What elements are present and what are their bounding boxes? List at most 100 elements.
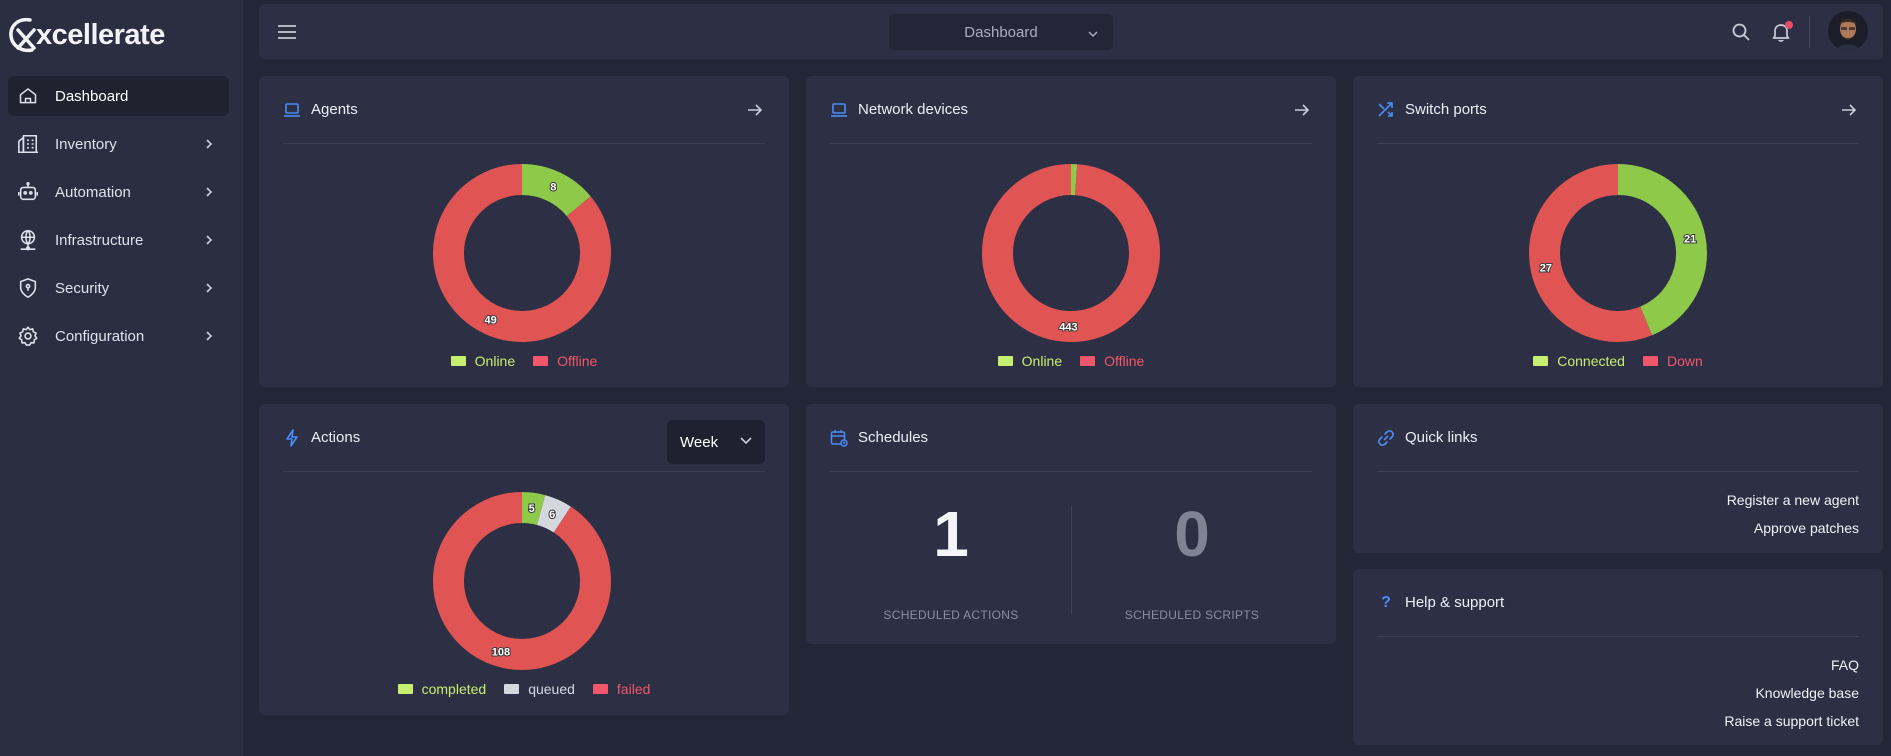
avatar[interactable] (1828, 11, 1868, 51)
legend-item-offline[interactable]: Offline (1080, 353, 1144, 369)
switch-ports-legend: Connected Down (1353, 353, 1883, 369)
scheduled-scripts-label: SCHEDULED SCRIPTS (1124, 608, 1260, 622)
switch-ports-donut-chart: 21 27 (1529, 164, 1707, 342)
chevron-right-icon (199, 326, 219, 346)
network-devices-card-header: Network devices (830, 76, 1312, 144)
question-icon: ? (1377, 594, 1395, 612)
agents-card: Agents 8 49 Online Offline (259, 76, 789, 387)
view-select[interactable]: Dashboard (889, 14, 1113, 50)
sidebar-item-label: Infrastructure (55, 231, 144, 249)
donut-data-label: 27 (1540, 262, 1552, 274)
sidebar-item-configuration[interactable]: Configuration (8, 316, 229, 356)
help-support-card-header: ? Help & support (1377, 569, 1859, 637)
donut-data-label: 49 (485, 314, 497, 326)
network-devices-legend: Online Offline (806, 353, 1336, 369)
notification-dot (1785, 21, 1793, 29)
robot-icon (16, 180, 40, 204)
sidebar-item-label: Dashboard (55, 87, 129, 105)
sidebar: xcellerate Dashboard Inventory Automatio… (0, 0, 243, 756)
donut-slice-down[interactable] (1529, 164, 1653, 342)
sidebar-item-security[interactable]: Security (8, 268, 229, 308)
chevron-right-icon (199, 230, 219, 250)
legend-item-offline[interactable]: Offline (533, 353, 597, 369)
sidebar-item-automation[interactable]: Automation (8, 172, 229, 212)
legend-swatch (997, 356, 1013, 366)
actions-donut-chart: 5 6 108 (433, 492, 611, 670)
legend-label: Offline (1104, 353, 1145, 369)
donut-slice-failed[interactable] (433, 492, 611, 670)
lightning-icon (283, 428, 301, 447)
legend-label: Online (1021, 353, 1063, 369)
view-select-value: Dashboard (964, 23, 1038, 41)
donut-data-label: 8 (550, 182, 556, 194)
actions-legend: completed queued failed (259, 681, 789, 697)
switch-ports-card-header: Switch ports (1377, 76, 1859, 144)
legend-label: Down (1666, 353, 1703, 369)
notification-bell-icon[interactable] (1770, 21, 1793, 43)
link-icon (1377, 429, 1395, 447)
help-support-card: ? Help & support FAQ Knowledge base Rais… (1353, 569, 1883, 745)
register-agent-link[interactable]: Register a new agent (1727, 486, 1859, 514)
search-icon[interactable] (1730, 21, 1752, 43)
legend-item-connected[interactable]: Connected (1533, 353, 1625, 369)
actions-card: Actions Week 5 6 108 completed queued fail… (259, 404, 789, 715)
donut-data-label: 108 (492, 646, 510, 658)
legend-label: Offline (557, 353, 598, 369)
top-header: Dashboard (259, 4, 1883, 59)
sidebar-item-infrastructure[interactable]: Infrastructure (8, 220, 229, 260)
logo-text: xcellerate (36, 18, 165, 51)
question-glyph: ? (1381, 593, 1391, 611)
legend-label: queued (528, 681, 575, 697)
scheduled-scripts-stat[interactable]: 0 SCHEDULED SCRIPTS (1072, 494, 1312, 622)
legend-item-online[interactable]: Online (997, 353, 1063, 369)
quick-links-card-header: Quick links (1377, 404, 1859, 472)
schedules-card: Schedules 1 SCHEDULED ACTIONS 0 SCHEDULE… (806, 404, 1336, 644)
legend-swatch (1642, 356, 1658, 366)
support-ticket-link[interactable]: Raise a support ticket (1724, 707, 1859, 735)
arrow-right-icon[interactable] (1839, 100, 1859, 120)
scheduled-scripts-count: 0 (1174, 498, 1210, 570)
sidebar-item-inventory[interactable]: Inventory (8, 124, 229, 164)
donut-data-label: 443 (1059, 321, 1077, 333)
faq-link[interactable]: FAQ (1724, 651, 1859, 679)
shuffle-icon (1377, 101, 1395, 119)
legend-item-completed[interactable]: completed (397, 681, 487, 697)
legend-swatch (1533, 356, 1549, 366)
legend-item-down[interactable]: Down (1642, 353, 1703, 369)
legend-item-online[interactable]: Online (450, 353, 516, 369)
chevron-down-icon (1087, 26, 1099, 44)
hamburger-menu-icon[interactable] (276, 21, 298, 43)
network-devices-card: Network devices 443 Online Offline (806, 76, 1336, 387)
arrow-right-icon[interactable] (745, 100, 765, 120)
legend-label: completed (421, 681, 487, 697)
card-title: Schedules (858, 429, 929, 446)
legend-swatch (504, 684, 520, 694)
legend-item-failed[interactable]: failed (592, 681, 650, 697)
legend-item-queued[interactable]: queued (504, 681, 575, 697)
scheduled-actions-count: 1 (933, 498, 969, 570)
switch-ports-card: Switch ports 21 27 Connected Down (1353, 76, 1883, 387)
scheduled-actions-stat[interactable]: 1 SCHEDULED ACTIONS (831, 494, 1071, 622)
donut-data-label: 5 (529, 503, 535, 515)
approve-patches-link[interactable]: Approve patches (1727, 514, 1859, 542)
sidebar-nav: Dashboard Inventory Automation Infrastru… (8, 76, 229, 364)
donut-slice-connected[interactable] (1617, 164, 1707, 336)
scheduled-actions-label: SCHEDULED ACTIONS (883, 608, 1019, 622)
shield-icon (16, 276, 40, 300)
sidebar-item-dashboard[interactable]: Dashboard (8, 76, 229, 116)
card-title: Quick links (1405, 429, 1478, 446)
sidebar-item-label: Configuration (55, 327, 145, 345)
legend-label: Online (474, 353, 516, 369)
donut-slice-offline[interactable] (982, 164, 1160, 342)
legend-swatch (397, 684, 413, 694)
legend-label: Connected (1557, 353, 1625, 369)
card-title: Help & support (1405, 594, 1505, 611)
agents-legend: Online Offline (259, 353, 789, 369)
knowledge-base-link[interactable]: Knowledge base (1724, 679, 1859, 707)
arrow-right-icon[interactable] (1292, 100, 1312, 120)
legend-swatch (533, 356, 549, 366)
period-select[interactable]: Week (667, 420, 765, 464)
home-icon (16, 84, 40, 108)
agents-donut-chart: 8 49 (433, 164, 611, 342)
logo[interactable]: xcellerate (8, 12, 165, 58)
